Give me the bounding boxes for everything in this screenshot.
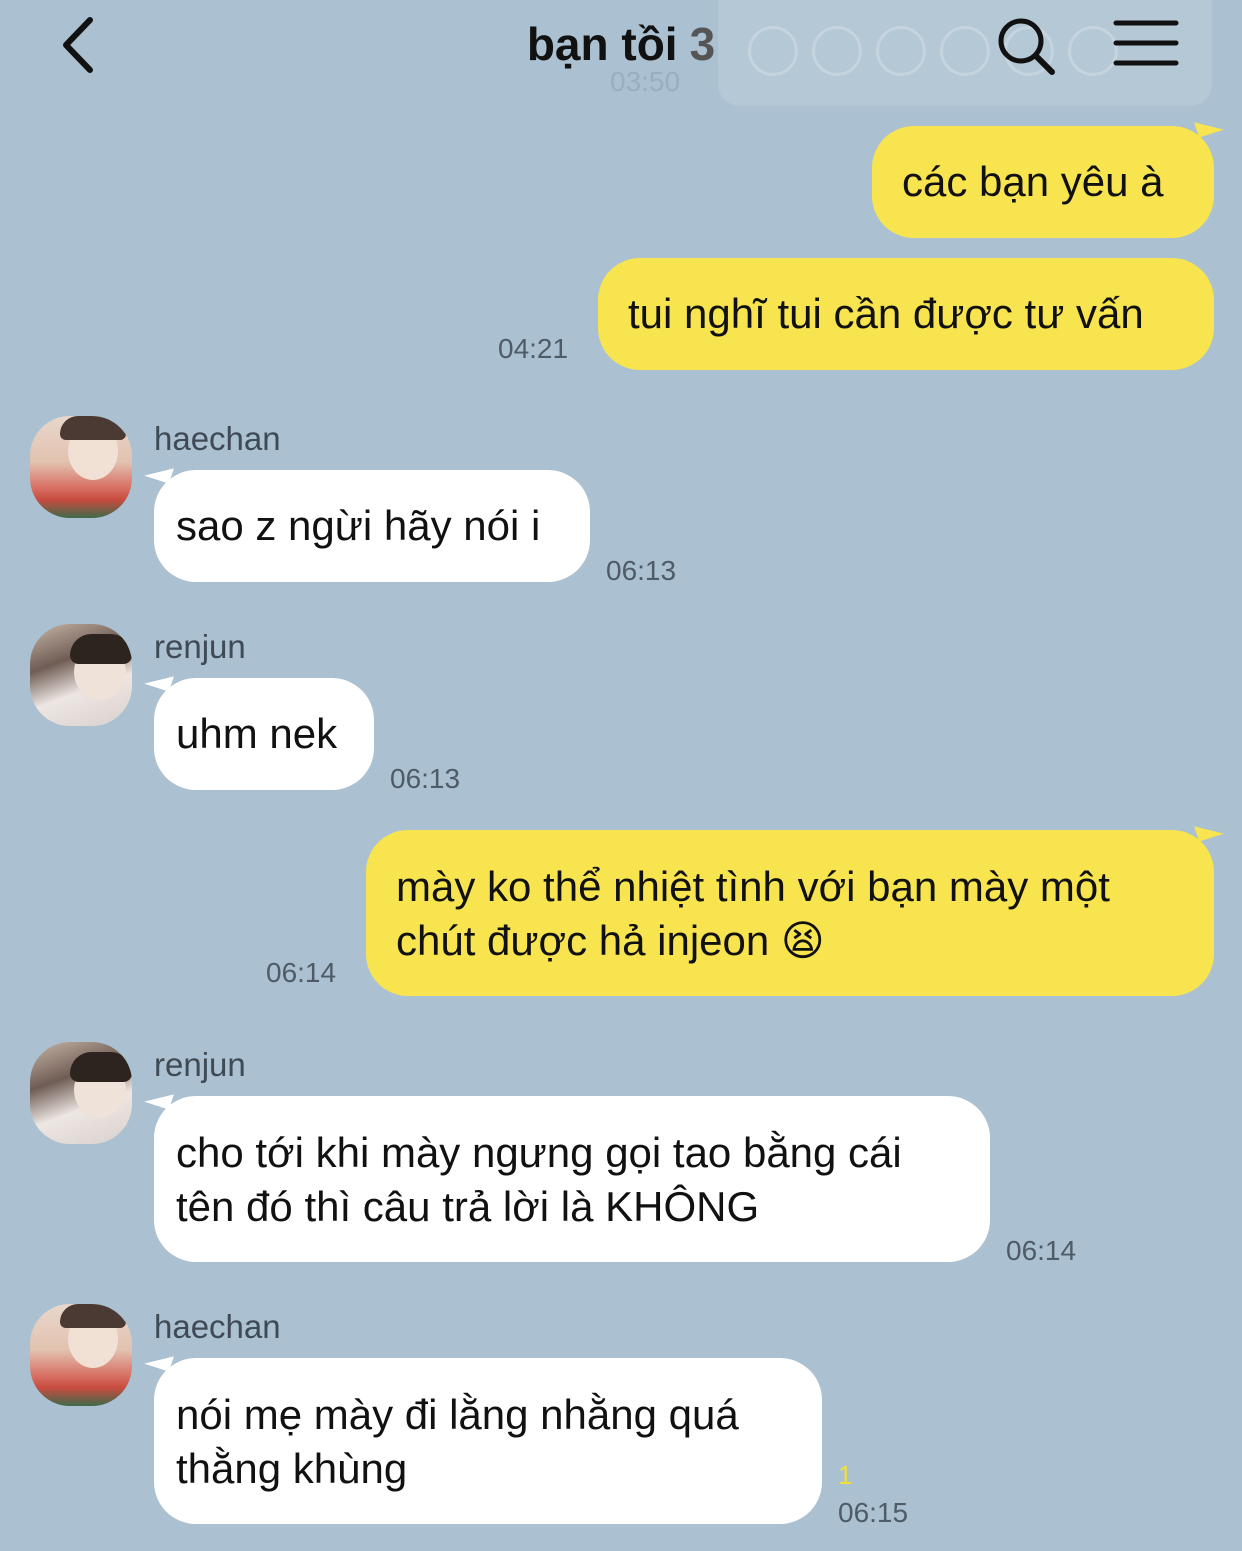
message-text: tui nghĩ tui cần được tư vấn bbox=[628, 290, 1144, 337]
sender-name: renjun bbox=[154, 628, 246, 665]
message-text-line: chút được hả injeon 😫 bbox=[396, 917, 825, 964]
message-bubble-incoming[interactable]: uhm nek bbox=[144, 668, 374, 790]
message-bubble-incoming[interactable]: nói mẹ mày đi lằng nhằng quá thằng khùng bbox=[144, 1348, 822, 1524]
avatar-hair bbox=[70, 1052, 132, 1082]
message-bubble-incoming[interactable]: cho tới khi mày ngưng gọi tao bằng cái t… bbox=[144, 1086, 990, 1262]
avatar-haechan[interactable] bbox=[30, 416, 132, 518]
bubble-tail bbox=[144, 460, 174, 484]
avatar-hair bbox=[60, 416, 126, 440]
bubble-tail bbox=[1194, 818, 1224, 842]
message-timestamp: 06:14 bbox=[266, 957, 337, 988]
sender-name: renjun bbox=[154, 1046, 246, 1083]
member-count: 3 bbox=[689, 18, 716, 70]
bubble-tail bbox=[144, 668, 174, 692]
search-icon bbox=[998, 18, 1055, 75]
message-timestamp: 06:13 bbox=[606, 555, 677, 586]
sender-name: haechan bbox=[154, 1308, 281, 1345]
sender-name: haechan bbox=[154, 420, 281, 457]
message-text-line: thằng khùng bbox=[176, 1445, 408, 1492]
message-text: sao z ngừi hãy nói i bbox=[176, 502, 541, 549]
message-text-line: cho tới khi mày ngưng gọi tao bằng cái bbox=[176, 1129, 902, 1176]
menu-icon bbox=[1113, 20, 1179, 66]
bubble-tail bbox=[1194, 114, 1224, 138]
message-text: các bạn yêu à bbox=[902, 158, 1164, 205]
message-text-line: mày ko thể nhiệt tình với bạn mày một bbox=[396, 863, 1110, 910]
message-bubble-incoming[interactable]: sao z ngừi hãy nói i bbox=[144, 460, 590, 582]
message-timestamp: 06:13 bbox=[390, 763, 461, 794]
search-button[interactable] bbox=[994, 14, 1058, 78]
avatar-hair bbox=[70, 634, 132, 664]
bubble-tail bbox=[144, 1348, 174, 1372]
message-text: uhm nek bbox=[176, 710, 338, 757]
menu-button[interactable] bbox=[1112, 18, 1180, 70]
bubble-tail bbox=[144, 1086, 174, 1110]
unread-count: 1 bbox=[838, 1460, 853, 1490]
avatar-hair bbox=[60, 1304, 126, 1328]
message-timestamp: 04:21 bbox=[498, 333, 569, 364]
avatar-renjun[interactable] bbox=[30, 624, 132, 726]
message-bubble-outgoing[interactable]: mày ko thể nhiệt tình với bạn mày một ch… bbox=[366, 818, 1224, 996]
message-timestamp: 06:14 bbox=[1006, 1235, 1077, 1266]
avatar-renjun[interactable] bbox=[30, 1042, 132, 1144]
chat-header: 03:50 bạn tồi 3 bbox=[0, 0, 1242, 106]
avatar-haechan[interactable] bbox=[30, 1304, 132, 1406]
message-text-line: nói mẹ mày đi lằng nhằng quá bbox=[176, 1391, 739, 1438]
message-timestamp: 06:15 bbox=[838, 1497, 909, 1528]
message-bubble-outgoing[interactable]: tui nghĩ tui cần được tư vấn bbox=[598, 258, 1214, 370]
message-text-line: tên đó thì câu trả lời là KHÔNG bbox=[176, 1183, 760, 1230]
chat-name: bạn tồi bbox=[526, 18, 678, 70]
message-bubble-outgoing[interactable]: các bạn yêu à bbox=[872, 114, 1224, 238]
